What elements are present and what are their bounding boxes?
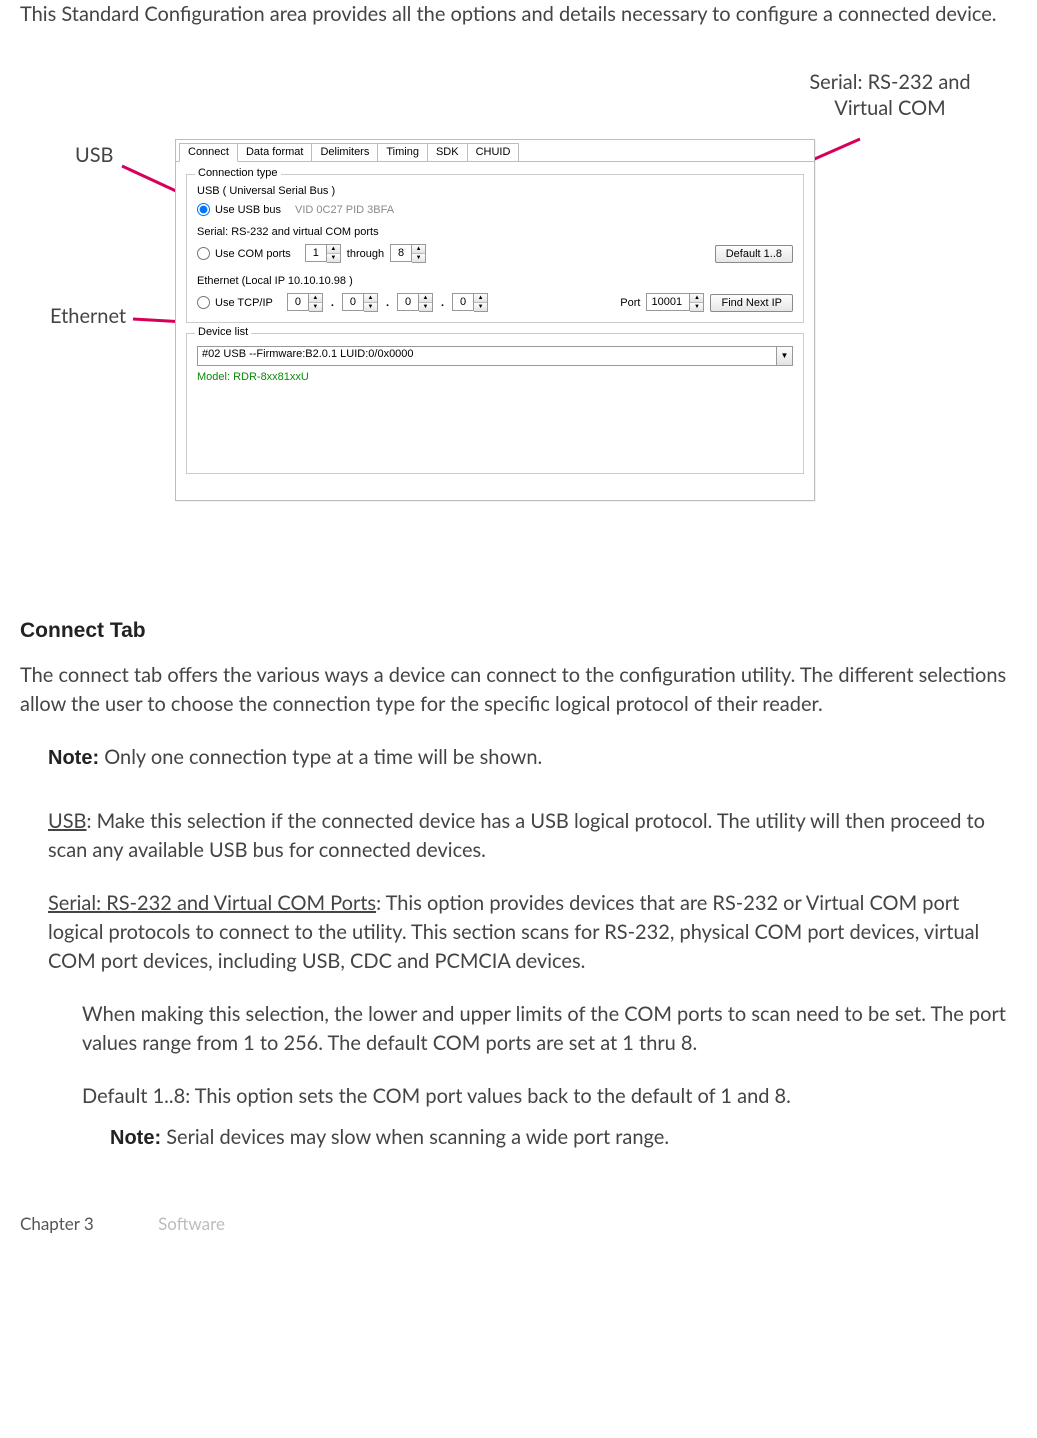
config-dialog: Connect Data format Delimiters Timing SD… xyxy=(175,139,815,501)
radio-use-com-input[interactable] xyxy=(197,247,210,260)
ip-dot: . xyxy=(439,297,446,309)
radio-use-tcpip-label: Use TCP/IP xyxy=(215,297,273,309)
ip-octet-3-input[interactable] xyxy=(452,293,474,311)
radio-use-com-label: Use COM ports xyxy=(215,248,291,260)
device-list-selected: #02 USB --Firmware:B2.0.1 LUID:0/0x0000 xyxy=(198,347,776,365)
port-spinner[interactable]: ▲▼ xyxy=(646,293,704,312)
device-list-title: Device list xyxy=(195,326,251,338)
ip-octet-2-input[interactable] xyxy=(397,293,419,311)
section-heading: Connect Tab xyxy=(20,619,1017,643)
through-label: through xyxy=(347,248,384,260)
callout-ethernet: Ethernet xyxy=(50,304,126,328)
radio-use-com[interactable]: Use COM ports xyxy=(197,247,291,260)
serial-label: Serial: RS-232 and Virtual COM Ports xyxy=(48,891,376,915)
usb-paragraph: USB: Make this selection if the connecte… xyxy=(48,807,1017,865)
device-list-group: Device list #02 USB --Firmware:B2.0.1 LU… xyxy=(186,333,804,474)
device-model: Model: RDR-8xx81xxU xyxy=(197,371,793,383)
radio-use-tcpip[interactable]: Use TCP/IP xyxy=(197,296,273,309)
radio-use-tcpip-input[interactable] xyxy=(197,296,210,309)
ip-octet-1-spin[interactable]: ▲▼ xyxy=(364,293,378,312)
serial-subtitle: Serial: RS-232 and virtual COM ports xyxy=(197,226,793,238)
section-p1: The connect tab offers the various ways … xyxy=(20,661,1017,719)
serial-paragraph: Serial: RS-232 and Virtual COM Ports: Th… xyxy=(48,889,1017,976)
note-2-label: Note: xyxy=(110,1127,161,1149)
ip-octet-1-input[interactable] xyxy=(342,293,364,311)
com-from-spinner[interactable]: ▲▼ xyxy=(305,244,341,263)
ip-octet-0-input[interactable] xyxy=(287,293,309,311)
tab-timing[interactable]: Timing xyxy=(377,143,428,161)
usb-vidpid: VID 0C27 PID 3BFA xyxy=(295,204,394,216)
com-from-spin[interactable]: ▲▼ xyxy=(327,244,341,263)
ip-octet-2-spin[interactable]: ▲▼ xyxy=(419,293,433,312)
callout-usb: USB xyxy=(75,143,114,167)
tab-sdk[interactable]: SDK xyxy=(427,143,468,161)
default-com-button[interactable]: Default 1..8 xyxy=(715,245,793,263)
ip-octet-0[interactable]: ▲▼ xyxy=(287,293,323,312)
find-next-ip-button[interactable]: Find Next IP xyxy=(710,294,793,312)
device-list-dropdown[interactable]: #02 USB --Firmware:B2.0.1 LUID:0/0x0000 … xyxy=(197,346,793,366)
ip-octet-3-spin[interactable]: ▲▼ xyxy=(474,293,488,312)
note-2-text: Serial devices may slow when scanning a … xyxy=(161,1125,669,1149)
ip-octet-1[interactable]: ▲▼ xyxy=(342,293,378,312)
note-1: Note: Only one connection type at a time… xyxy=(48,743,1017,773)
usb-subtitle: USB ( Universal Serial Bus ) xyxy=(197,185,793,197)
tab-connect[interactable]: Connect xyxy=(179,143,238,162)
ip-octet-3[interactable]: ▲▼ xyxy=(452,293,488,312)
ip-octet-2[interactable]: ▲▼ xyxy=(397,293,433,312)
com-to-spinner[interactable]: ▲▼ xyxy=(390,244,426,263)
radio-use-usb[interactable]: Use USB bus xyxy=(197,203,281,216)
ip-dot: . xyxy=(329,297,336,309)
serial-sub1: When making this selection, the lower an… xyxy=(82,1000,1017,1058)
serial-sub2: Default 1..8: This option sets the COM p… xyxy=(82,1082,1017,1111)
port-input[interactable] xyxy=(646,293,690,311)
callout-serial: Serial: RS-232 and Virtual COM xyxy=(805,69,975,121)
usb-label: USB xyxy=(48,809,87,833)
note-1-text: Only one connection type at a time will … xyxy=(99,745,542,769)
connection-type-group: Connection type USB ( Universal Serial B… xyxy=(186,174,804,323)
com-to-input[interactable] xyxy=(390,244,412,262)
tab-data-format[interactable]: Data format xyxy=(237,143,312,161)
tab-delimiters[interactable]: Delimiters xyxy=(311,143,378,161)
radio-use-usb-input[interactable] xyxy=(197,203,210,216)
connection-type-title: Connection type xyxy=(195,167,281,179)
com-to-spin[interactable]: ▲▼ xyxy=(412,244,426,263)
tab-chuid[interactable]: CHUID xyxy=(467,143,520,161)
ip-octet-0-spin[interactable]: ▲▼ xyxy=(309,293,323,312)
note-2: Note: Serial devices may slow when scann… xyxy=(110,1123,1017,1153)
port-label: Port xyxy=(620,297,640,309)
chevron-down-icon[interactable]: ▼ xyxy=(776,347,792,365)
page-footer: Chapter 3 Software xyxy=(20,1213,1017,1234)
footer-chapter: Chapter 3 xyxy=(20,1213,94,1234)
radio-use-usb-label: Use USB bus xyxy=(215,204,281,216)
ethernet-subtitle: Ethernet (Local IP 10.10.10.98 ) xyxy=(197,275,793,287)
footer-title: Software xyxy=(158,1213,225,1234)
annotated-screenshot: USB Serial: RS-232 and Virtual COM Ether… xyxy=(20,69,1017,539)
tab-bar: Connect Data format Delimiters Timing SD… xyxy=(176,140,814,162)
port-spin[interactable]: ▲▼ xyxy=(690,293,704,312)
note-1-label: Note: xyxy=(48,747,99,769)
ip-dot: . xyxy=(384,297,391,309)
intro-text: This Standard Configuration area provide… xyxy=(20,0,1017,29)
usb-text: : Make this selection if the connected d… xyxy=(48,809,985,862)
com-from-input[interactable] xyxy=(305,244,327,262)
